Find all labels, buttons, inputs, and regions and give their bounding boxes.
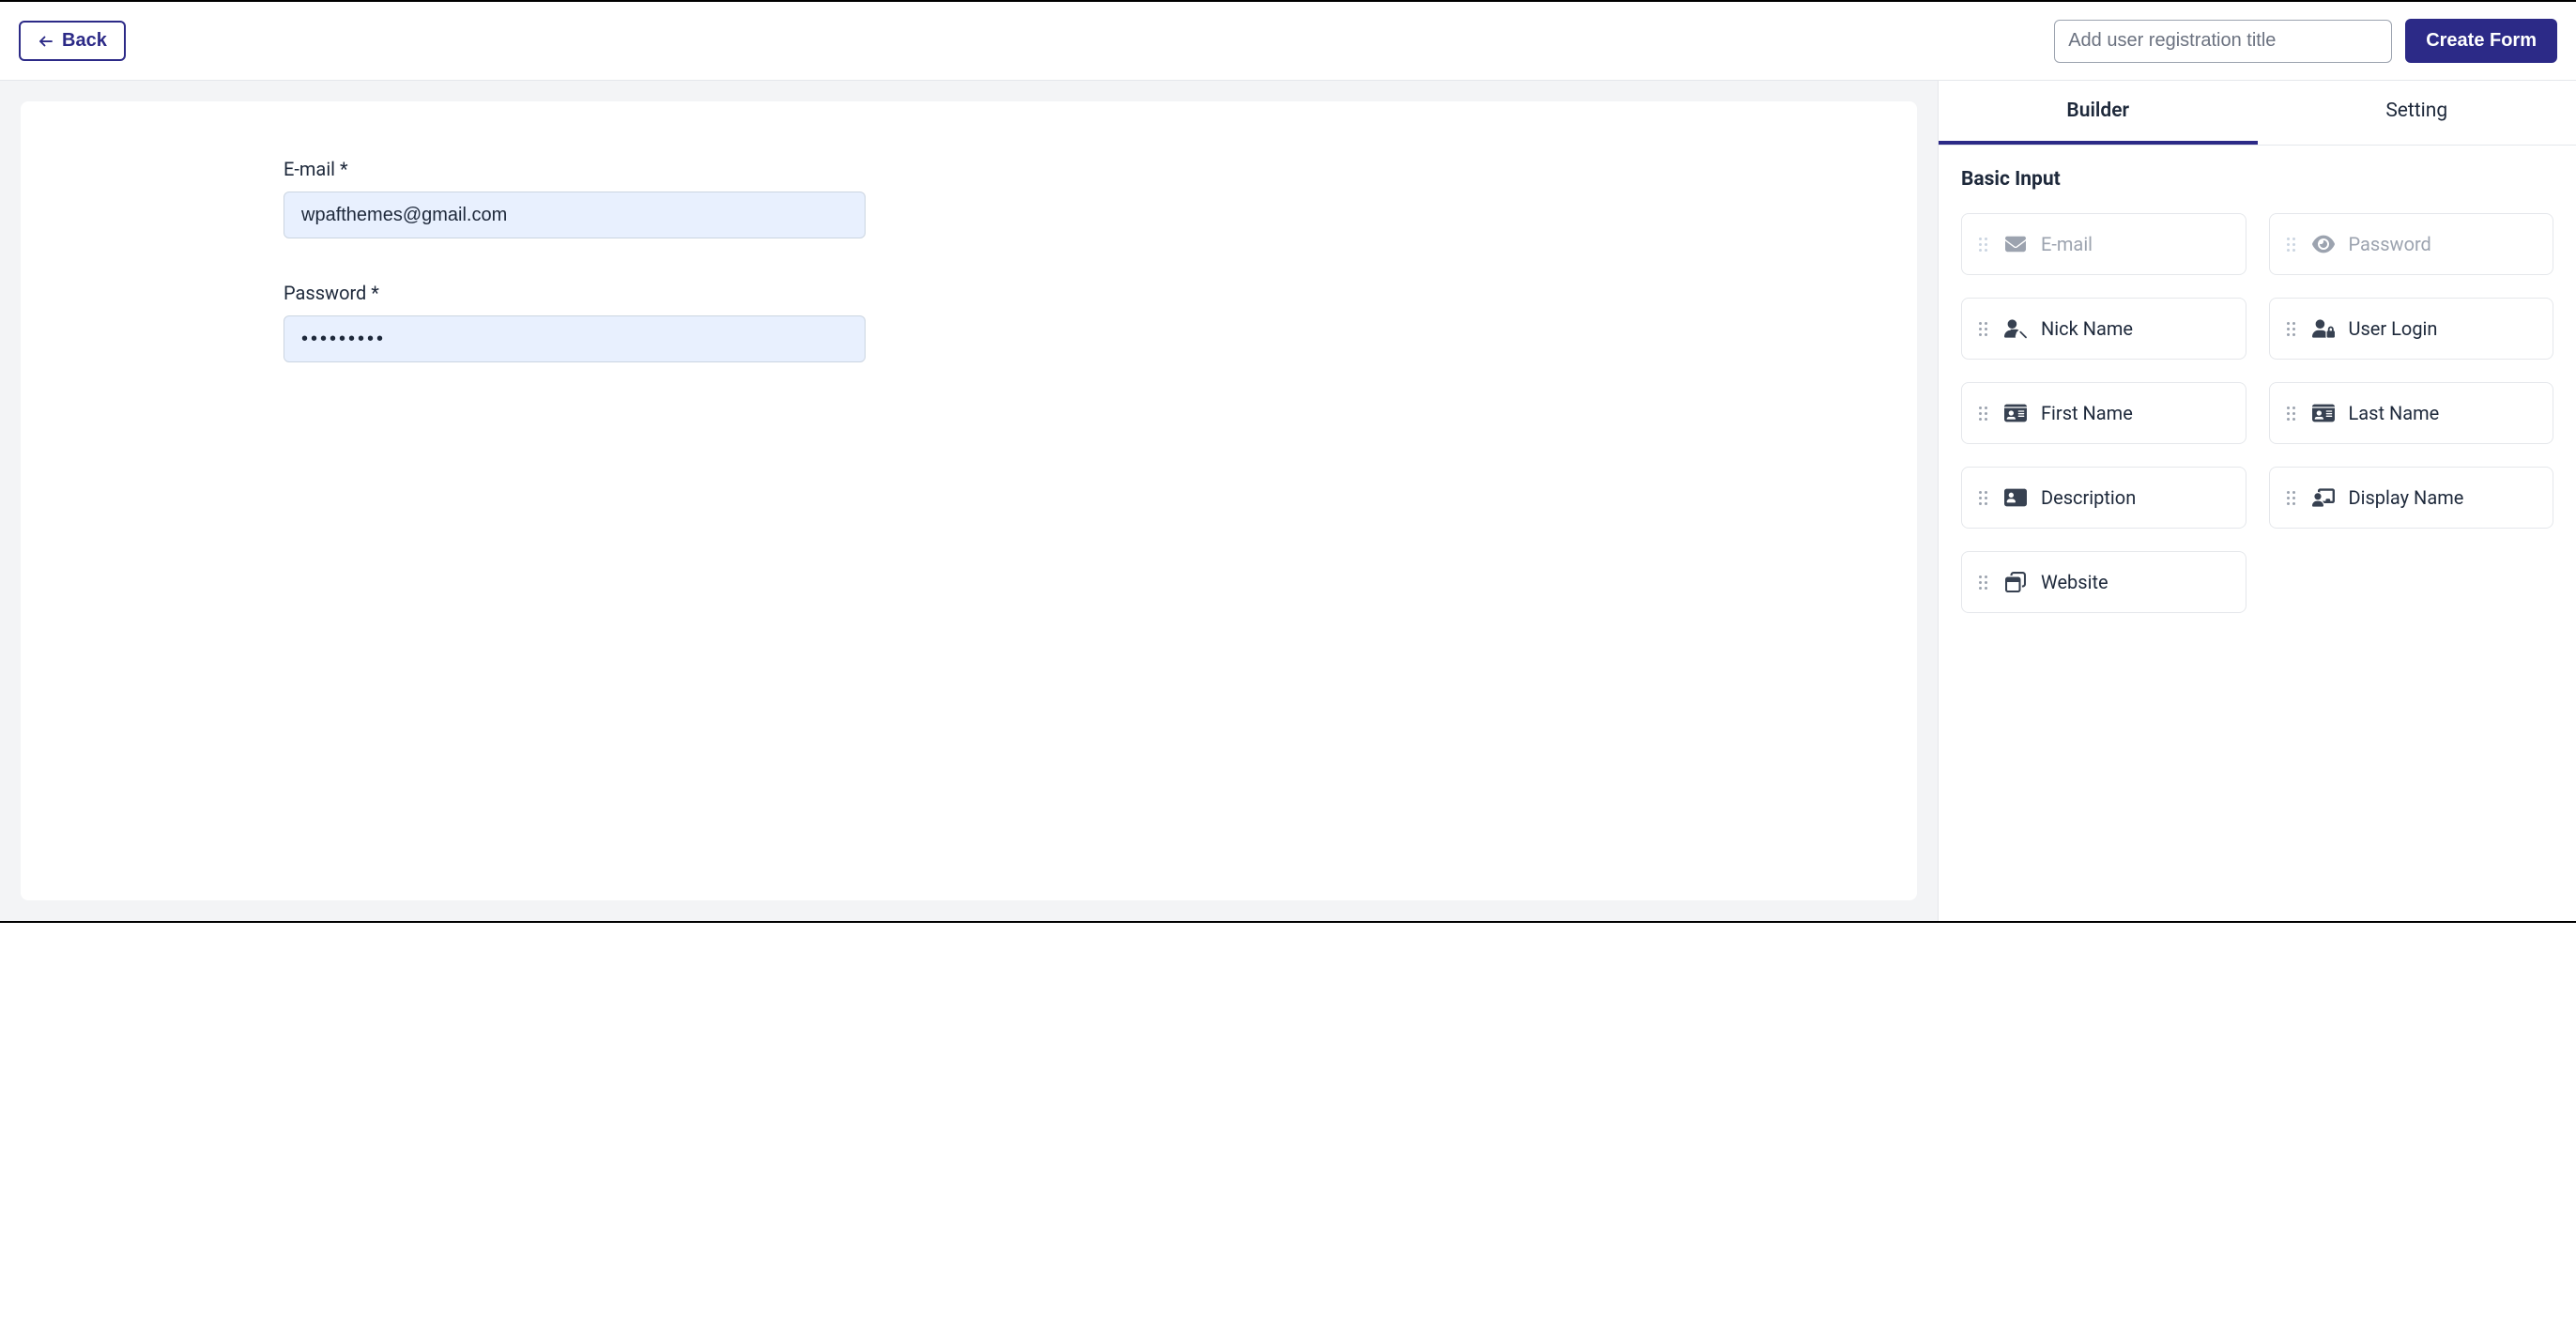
drag-handle-icon xyxy=(1979,491,1990,505)
tabs: Builder Setting xyxy=(1939,81,2576,146)
eye-icon xyxy=(2311,234,2336,254)
drag-handle-icon xyxy=(2287,322,2298,336)
back-button-label: Back xyxy=(62,30,107,52)
input-card-displayname[interactable]: Display Name xyxy=(2269,467,2554,529)
input-card-firstname[interactable]: First Name xyxy=(1961,382,2246,444)
drag-handle-icon xyxy=(2287,407,2298,421)
form-field-email[interactable]: E-mail * xyxy=(284,158,1654,238)
input-card-description[interactable]: Description xyxy=(1961,467,2246,529)
email-input[interactable] xyxy=(284,192,866,238)
input-card-label: Last Name xyxy=(2349,402,2537,424)
topbar-right: Create Form xyxy=(2054,19,2557,63)
input-card-label: User Login xyxy=(2349,317,2537,340)
sidebar: Builder Setting Basic Input E-mail Passw… xyxy=(1938,81,2576,921)
arrow-left-icon xyxy=(38,33,54,50)
input-card-label: First Name xyxy=(2041,402,2229,424)
input-card-label: Nick Name xyxy=(2041,317,2229,340)
tab-builder[interactable]: Builder xyxy=(1939,81,2258,145)
password-input[interactable] xyxy=(284,315,866,362)
input-card-label: Description xyxy=(2041,486,2229,509)
drag-handle-icon xyxy=(1979,238,1990,252)
input-grid: E-mail Password Nick Name User Login xyxy=(1961,213,2553,613)
panel-title: Basic Input xyxy=(1961,168,2553,191)
input-card-label: Website xyxy=(2041,571,2229,593)
user-tag-icon xyxy=(2003,318,2028,339)
tab-setting[interactable]: Setting xyxy=(2258,81,2576,145)
input-card-lastname[interactable]: Last Name xyxy=(2269,382,2554,444)
canvas-wrap: E-mail * Password * xyxy=(0,81,1938,921)
builder-panel: Basic Input E-mail Password Nick Name xyxy=(1939,146,2576,636)
input-card-website[interactable]: Website xyxy=(1961,551,2246,613)
topbar: Back Create Form xyxy=(0,2,2576,81)
input-card-label: Display Name xyxy=(2349,486,2537,509)
form-field-password[interactable]: Password * xyxy=(284,282,1654,362)
address-card-icon xyxy=(2003,487,2028,508)
input-card-label: Password xyxy=(2349,233,2537,255)
window-icon xyxy=(2003,572,2028,592)
main: E-mail * Password * Builder Setting Basi… xyxy=(0,81,2576,921)
drag-handle-icon xyxy=(1979,576,1990,590)
input-card-password: Password xyxy=(2269,213,2554,275)
drag-handle-icon xyxy=(2287,238,2298,252)
back-button[interactable]: Back xyxy=(19,21,126,61)
drag-handle-icon xyxy=(1979,322,1990,336)
form-canvas[interactable]: E-mail * Password * xyxy=(21,101,1917,900)
input-card-email: E-mail xyxy=(1961,213,2246,275)
create-form-button[interactable]: Create Form xyxy=(2405,19,2557,63)
user-lock-icon xyxy=(2311,318,2336,339)
chalkboard-user-icon xyxy=(2311,487,2336,508)
input-card-label: E-mail xyxy=(2041,233,2229,255)
form-title-input[interactable] xyxy=(2054,20,2392,63)
id-card-icon xyxy=(2003,403,2028,423)
password-label: Password * xyxy=(284,282,1654,304)
id-card-icon xyxy=(2311,403,2336,423)
drag-handle-icon xyxy=(1979,407,1990,421)
drag-handle-icon xyxy=(2287,491,2298,505)
envelope-icon xyxy=(2003,234,2028,254)
input-card-nickname[interactable]: Nick Name xyxy=(1961,298,2246,360)
email-label: E-mail * xyxy=(284,158,1654,180)
input-card-userlogin[interactable]: User Login xyxy=(2269,298,2554,360)
